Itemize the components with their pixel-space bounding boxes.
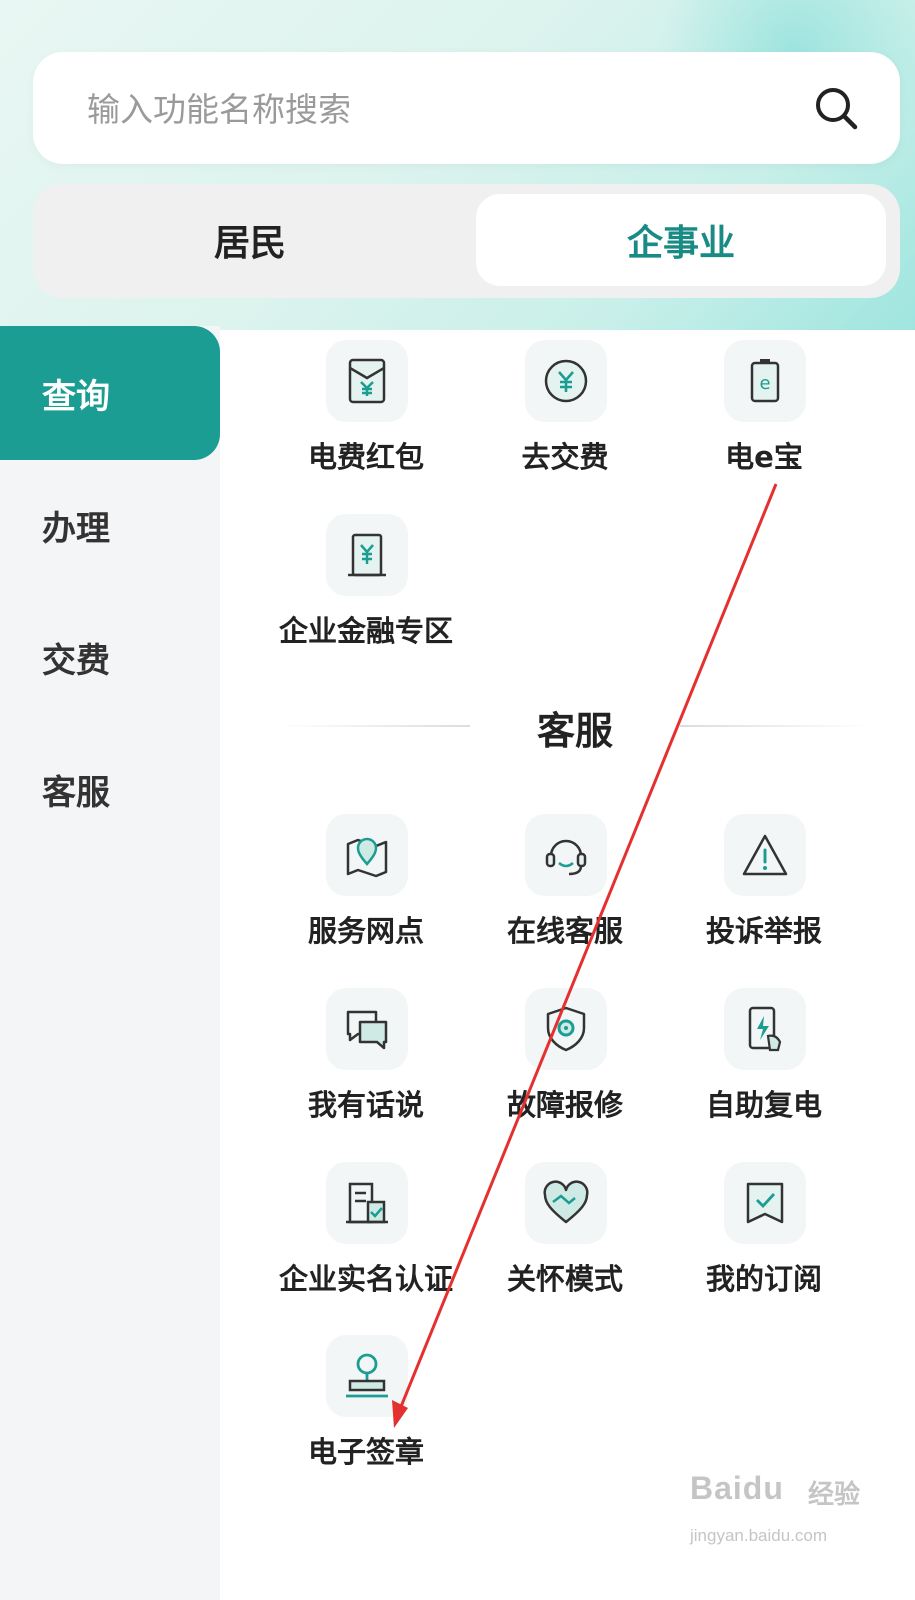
svg-text:e: e <box>759 373 770 394</box>
sidebar-item-payment[interactable]: 交费 <box>0 590 220 724</box>
sidebar-item-label: 客服 <box>42 772 110 813</box>
map-pin-icon <box>326 814 408 896</box>
sidebar-item-label: 交费 <box>42 640 110 681</box>
yuan-building-icon <box>326 514 408 596</box>
search-icon[interactable] <box>812 84 860 132</box>
grid-item-e-bao[interactable]: e 电e宝 <box>664 340 864 490</box>
stamp-icon <box>326 1335 408 1417</box>
grid-item-e-signature[interactable]: 电子签章 <box>266 1335 466 1485</box>
sidebar: 查询 办理 交费 客服 <box>0 326 220 1600</box>
grid-item-go-pay[interactable]: 去交费 <box>465 340 665 490</box>
tab-enterprise[interactable]: 企事业 <box>476 194 886 286</box>
sidebar-item-query[interactable]: 查询 <box>0 326 220 460</box>
grid-item-label: 我的订阅 <box>705 1262 822 1296</box>
grid-item-my-subscription[interactable]: 我的订阅 <box>664 1162 864 1312</box>
user-type-tabs: 居民 企事业 <box>33 184 900 298</box>
grid-item-label: 自助复电 <box>705 1088 822 1122</box>
search-input[interactable] <box>85 84 769 134</box>
grid-item-label: 企业金融专区 <box>278 614 453 648</box>
phone-bolt-icon <box>724 988 806 1070</box>
grid-item-complaint-report[interactable]: 投诉举报 <box>664 814 864 964</box>
bookmark-check-icon <box>724 1162 806 1244</box>
grid-item-feedback[interactable]: 我有话说 <box>266 988 466 1138</box>
divider-right <box>680 725 870 727</box>
section-header-customer-service: 客服 <box>280 700 870 753</box>
watermark-logo: Baidu <box>690 1470 784 1506</box>
shield-gear-icon <box>525 988 607 1070</box>
headset-icon <box>525 814 607 896</box>
yuan-coin-icon <box>525 340 607 422</box>
chat-bubbles-icon <box>326 988 408 1070</box>
heart-hand-icon <box>525 1162 607 1244</box>
baidu-watermark: Baidu 经验 jingyan.baidu.com <box>690 1470 860 1580</box>
battery-e-icon: e <box>724 340 806 422</box>
tab-residents[interactable]: 居民 <box>45 194 455 286</box>
grid-item-care-mode[interactable]: 关怀模式 <box>465 1162 665 1312</box>
sidebar-item-label: 查询 <box>42 376 110 417</box>
grid-item-label: 电e宝 <box>725 440 803 474</box>
grid-item-service-outlets[interactable]: 服务网点 <box>266 814 466 964</box>
grid-item-real-name-auth[interactable]: 企业实名认证 <box>266 1162 466 1312</box>
red-envelope-icon <box>326 340 408 422</box>
warning-icon <box>724 814 806 896</box>
building-check-icon <box>326 1162 408 1244</box>
grid-item-online-service[interactable]: 在线客服 <box>465 814 665 964</box>
section-title: 客服 <box>536 709 613 753</box>
sidebar-item-label: 办理 <box>42 508 110 549</box>
watermark-text: 经验 <box>808 1480 861 1510</box>
sidebar-item-handle[interactable]: 办理 <box>0 458 220 592</box>
sidebar-item-service[interactable]: 客服 <box>0 722 220 856</box>
grid-item-electric-red-envelope[interactable]: 电费红包 <box>266 340 466 490</box>
grid-item-self-reconnect[interactable]: 自助复电 <box>664 988 864 1138</box>
grid-item-enterprise-finance[interactable]: 企业金融专区 <box>266 514 466 664</box>
grid-item-label: 投诉举报 <box>705 914 822 948</box>
grid-item-fault-repair[interactable]: 故障报修 <box>465 988 665 1138</box>
grid-item-label: 电子签章 <box>307 1435 424 1469</box>
search-bar[interactable] <box>33 52 900 164</box>
watermark-url: jingyan.baidu.com <box>690 1526 828 1545</box>
